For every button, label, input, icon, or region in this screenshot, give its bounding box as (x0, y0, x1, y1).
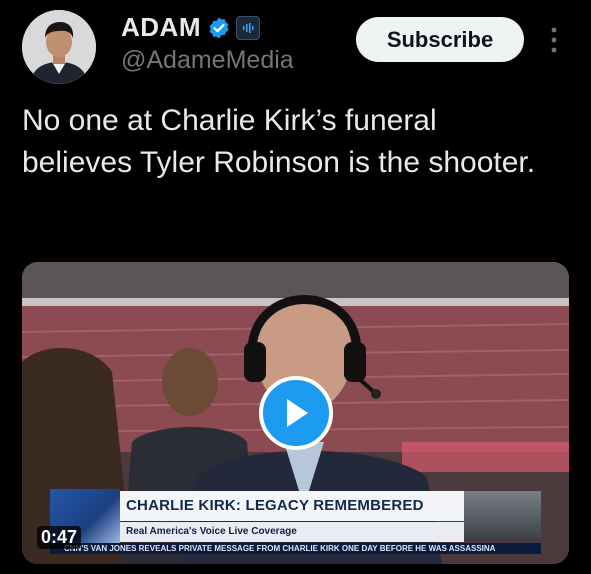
post-text: No one at Charlie Kirk’s funeral believe… (22, 104, 536, 179)
affiliate-logo-icon (243, 22, 254, 33)
avatar-photo (22, 10, 96, 84)
news-ticker: CNN'S VAN JONES REVEALS PRIVATE MESSAGE … (50, 543, 541, 554)
verified-badge-icon[interactable] (207, 16, 231, 40)
author-display-name[interactable]: ADAM (121, 12, 201, 43)
play-button[interactable] (259, 376, 333, 450)
chyron-headline: CHARLIE KIRK: LEGACY REMEMBERED (120, 491, 464, 521)
more-options-icon[interactable] (544, 24, 564, 56)
chyron-thumbnail (464, 491, 541, 542)
subscribe-button[interactable]: Subscribe (356, 17, 524, 62)
author-handle[interactable]: @AdameMedia (121, 46, 294, 75)
video-player[interactable]: CHARLIE KIRK: LEGACY REMEMBERED Real Ame… (22, 262, 569, 564)
news-chyron: CHARLIE KIRK: LEGACY REMEMBERED Real Ame… (50, 489, 541, 554)
avatar[interactable] (22, 10, 96, 84)
play-icon (287, 399, 308, 427)
author-name-row: ADAM (121, 12, 260, 43)
affiliate-badge-icon[interactable] (236, 15, 260, 40)
video-duration: 0:47 (37, 526, 82, 549)
chyron-subtitle: Real America's Voice Live Coverage (120, 522, 464, 542)
